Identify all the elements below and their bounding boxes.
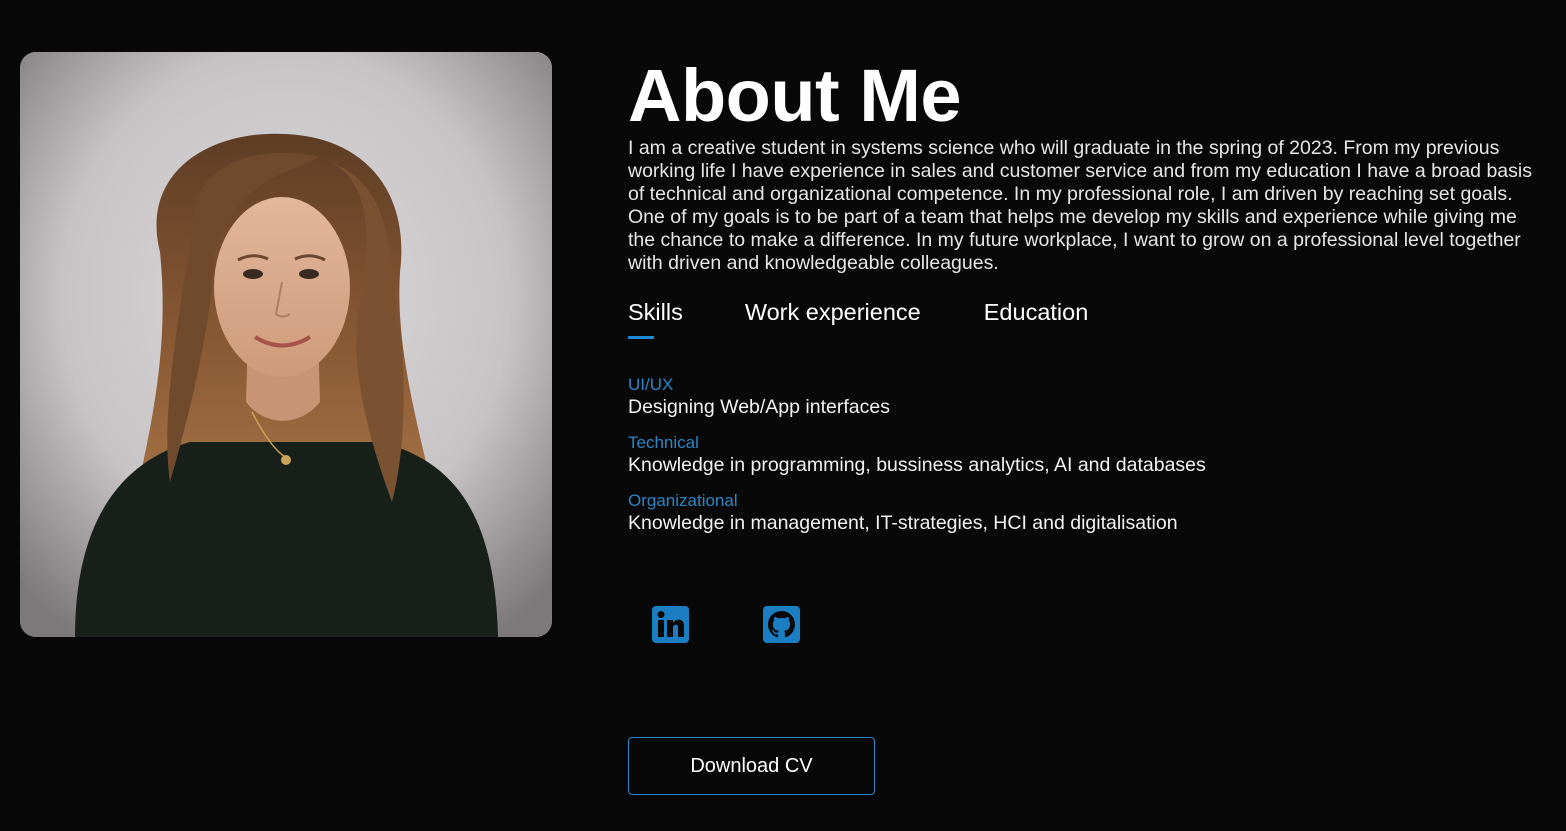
linkedin-icon[interactable] bbox=[652, 606, 689, 643]
skill-description: Designing Web/App interfaces bbox=[628, 396, 890, 418]
skill-description: Knowledge in programming, bussiness anal… bbox=[628, 454, 1206, 476]
list-item: UI/UX Designing Web/App interfaces bbox=[628, 375, 1538, 420]
skill-name: Organizational bbox=[628, 491, 738, 510]
skill-name: Technical bbox=[628, 433, 699, 452]
list-item: Technical Knowledge in programming, buss… bbox=[628, 433, 1538, 478]
skill-name: UI/UX bbox=[628, 375, 674, 394]
social-links bbox=[652, 606, 800, 643]
list-item: Organizational Knowledge in management, … bbox=[628, 491, 1538, 536]
tab-work-experience[interactable]: Work experience bbox=[745, 299, 921, 339]
skills-list: UI/UX Designing Web/App interfaces Techn… bbox=[628, 375, 1538, 536]
tab-bar: Skills Work experience Education bbox=[628, 299, 1538, 339]
profile-photo bbox=[20, 52, 552, 637]
skill-description: Knowledge in management, IT-strategies, … bbox=[628, 512, 1178, 534]
intro-text: I am a creative student in systems scien… bbox=[628, 137, 1532, 274]
tab-skills[interactable]: Skills bbox=[628, 299, 683, 339]
page-title: About Me bbox=[628, 54, 962, 137]
download-cv-button[interactable]: Download CV bbox=[628, 737, 875, 795]
tab-education[interactable]: Education bbox=[984, 299, 1089, 339]
github-icon[interactable] bbox=[763, 606, 800, 643]
about-section: About Me I am a creative student in syst… bbox=[628, 55, 1538, 549]
about-page: About Me I am a creative student in syst… bbox=[0, 0, 1566, 831]
